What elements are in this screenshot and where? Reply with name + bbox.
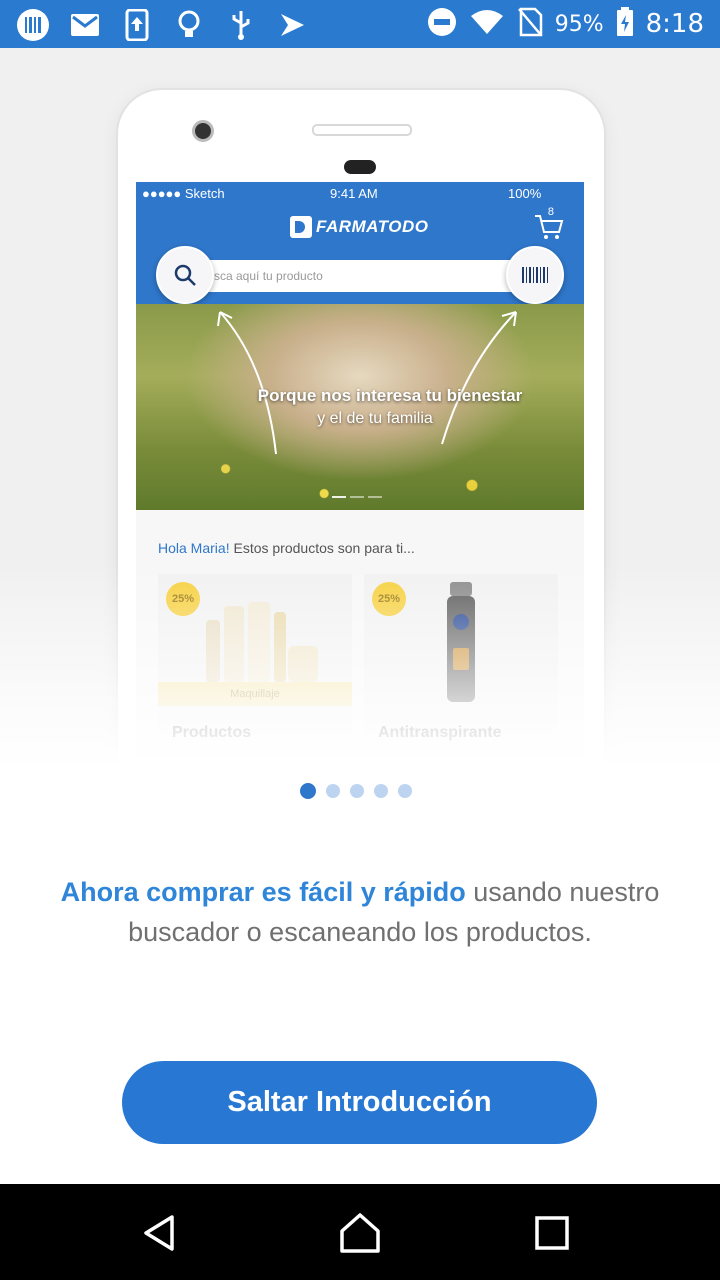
discount-badge: 25% [166, 582, 200, 616]
phone-mockup: ●●●●● Sketch 9:41 AM 100% FARMATODO 8 sc… [116, 88, 606, 763]
description-highlight: Ahora comprar es fácil y rápido [60, 877, 466, 907]
greeting: Hola Maria! Estos productos son para ti.… [158, 540, 415, 556]
intro-illustration: ●●●●● Sketch 9:41 AM 100% FARMATODO 8 sc… [0, 48, 720, 763]
category-tag: Maquillaje [158, 682, 352, 706]
do-not-disturb-icon [427, 7, 457, 42]
upload-icon [120, 8, 154, 42]
deodorant-image [447, 582, 475, 702]
mock-battery: 100% [508, 186, 542, 201]
clock: 8:18 [645, 9, 704, 39]
hair-products-image [206, 602, 318, 682]
banner-photo: Porque nos interesa tu bienestar y el de… [136, 304, 584, 510]
home-icon[interactable] [335, 1208, 385, 1258]
mock-search-placeholder: sca aquí tu producto [214, 269, 323, 283]
product-title: Antitranspirante [378, 724, 502, 741]
status-bar: 95% 8:18 [0, 0, 720, 48]
wifi-icon [469, 8, 505, 41]
mock-search-bar: sca aquí tu producto [170, 260, 550, 292]
mock-header: FARMATODO 8 [136, 204, 584, 252]
mock-body: Hola Maria! Estos productos son para ti.… [136, 510, 584, 763]
greeting-text: Estos productos son para ti... [229, 540, 415, 556]
product-title: Productos [172, 724, 252, 741]
sensor [344, 160, 376, 174]
barcode-app-icon [16, 8, 50, 42]
skip-intro-button[interactable]: Saltar Introducción [122, 1061, 597, 1144]
mock-status-bar: ●●●●● Sketch 9:41 AM 100% [136, 182, 584, 204]
send-icon [276, 8, 310, 42]
barcode-scan-icon [506, 246, 564, 304]
front-camera [192, 120, 214, 142]
no-sim-icon [517, 7, 543, 42]
search-icon [156, 246, 214, 304]
lightbulb-icon [172, 8, 206, 42]
mock-time: 9:41 AM [330, 186, 378, 201]
product-card: 25% Antitranspirante [364, 574, 558, 741]
page-dot[interactable] [326, 784, 340, 798]
earpiece [312, 124, 412, 136]
page-dot[interactable] [350, 784, 364, 798]
brand-name: FARMATODO [316, 217, 429, 236]
gmail-icon [68, 8, 102, 42]
farmatodo-logo: FARMATODO [290, 216, 428, 238]
page-indicator [300, 783, 412, 799]
banner-line-1: Porque nos interesa tu bienestar [257, 386, 523, 405]
navigation-bar [0, 1184, 720, 1280]
battery-icon [616, 6, 634, 42]
usb-icon [224, 8, 258, 42]
cart-icon [534, 214, 564, 247]
intro-description: Ahora comprar es fácil y rápido usando n… [40, 872, 680, 952]
recents-icon[interactable] [527, 1208, 577, 1258]
page-dot-active[interactable] [300, 783, 316, 799]
mock-search-area: sca aquí tu producto [136, 246, 584, 304]
greeting-name: Hola Maria! [158, 540, 230, 556]
page-dot[interactable] [398, 784, 412, 798]
product-card: 25% Maquillaje Productos [158, 574, 352, 741]
page-dot[interactable] [374, 784, 388, 798]
discount-badge: 25% [372, 582, 406, 616]
farmatodo-logo-mark [290, 216, 312, 238]
phone-screen: ●●●●● Sketch 9:41 AM 100% FARMATODO 8 sc… [136, 182, 584, 763]
back-icon[interactable] [135, 1208, 185, 1258]
banner-line-2: y el de tu familia [317, 410, 433, 427]
mock-carrier: ●●●●● Sketch [142, 186, 225, 201]
battery-percentage: 95% [554, 11, 604, 37]
